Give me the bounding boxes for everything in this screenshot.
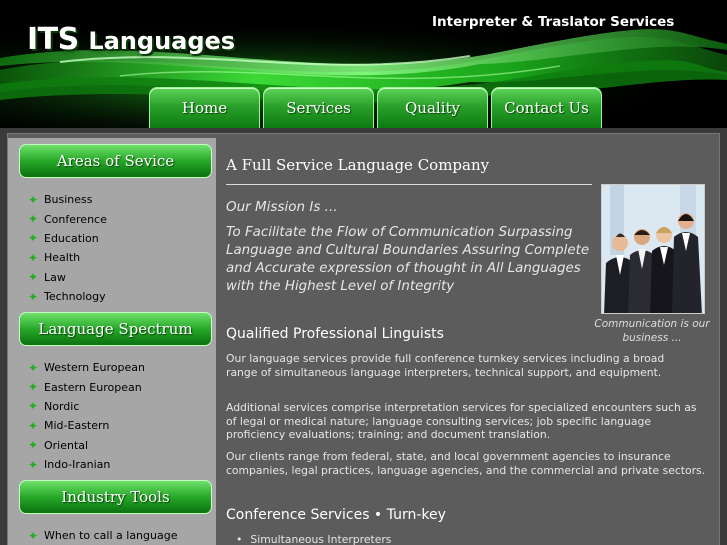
sidebar-item-label: Technology xyxy=(44,290,106,304)
site-header: ITS Languages Interpreter & Traslator Se… xyxy=(0,0,727,128)
mission-statement: To Facilitate the Flow of Communication … xyxy=(226,225,590,294)
sidebar-item-label: Indo-Iranian xyxy=(44,458,111,472)
green-star-icon: ✦ xyxy=(28,360,39,375)
sidebar-item-label: Conference xyxy=(44,212,107,226)
sidebar-item-label: Oriental xyxy=(44,438,89,452)
green-star-icon: ✦ xyxy=(28,192,39,207)
sidebar-item-western-european[interactable]: ✦ Western European xyxy=(28,358,145,377)
sidebar-item-label: Business xyxy=(44,193,93,207)
sidebar-item-nordic[interactable]: ✦ Nordic xyxy=(28,397,145,416)
site-tagline: Interpreter & Traslator Services xyxy=(432,14,675,30)
sidebar-item-label: Western European xyxy=(44,361,146,375)
green-star-icon: ✦ xyxy=(28,270,39,285)
sidebar-item-indo-iranian[interactable]: ✦ Indo-Iranian xyxy=(28,455,145,474)
green-star-icon: ✦ xyxy=(28,457,39,472)
sidebar-item-label: Health xyxy=(44,251,81,265)
nav-tab-services[interactable]: Services xyxy=(263,87,374,128)
sidebar-item-health[interactable]: ✦ Health xyxy=(28,248,107,267)
language-spectrum-list: ✦ Western European ✦ Eastern European ✦ Nor… xyxy=(28,358,145,474)
business-team-photo xyxy=(601,184,705,314)
sidebar-item-label: Education xyxy=(44,231,99,245)
areas-of-service-list: ✦ Business ✦ Conference ✦ Education ✦ Health… xyxy=(28,190,107,306)
areas-of-service-heading: Areas of Sevice xyxy=(19,144,212,178)
industry-tools-list: ✦ When to call a language xyxy=(28,526,177,545)
photo-caption: Communication is our business ... xyxy=(594,318,710,344)
list-item: Simultaneous Interpreters xyxy=(236,533,391,545)
title-divider xyxy=(226,184,592,185)
page-title: A Full Service Language Company xyxy=(226,156,490,174)
conference-services-list: Simultaneous Interpreters xyxy=(236,533,391,545)
sidebar-item-label: When to call a language xyxy=(44,529,178,543)
sidebar-item-law[interactable]: ✦ Law xyxy=(28,268,107,287)
logo-languages: Languages xyxy=(88,27,236,55)
sidebar-item-conference[interactable]: ✦ Conference xyxy=(28,209,107,228)
sidebar-item-oriental[interactable]: ✦ Oriental xyxy=(28,436,145,455)
services-paragraph-1: Our language services provide full confe… xyxy=(226,352,665,379)
business-people-illustration xyxy=(602,185,704,313)
nav-tab-home[interactable]: Home xyxy=(149,87,260,128)
nav-tab-contact-us[interactable]: Contact Us xyxy=(491,87,602,128)
sidebar-item-business[interactable]: ✦ Business xyxy=(28,190,107,209)
sidebar-item-label: Eastern European xyxy=(44,380,142,394)
nav-tab-quality[interactable]: Quality xyxy=(377,87,488,128)
green-star-icon: ✦ xyxy=(28,528,39,543)
green-star-icon: ✦ xyxy=(28,399,39,414)
green-star-icon: ✦ xyxy=(28,380,39,395)
language-spectrum-heading: Language Spectrum xyxy=(19,312,212,346)
services-paragraph-3: Our clients range from federal, state, a… xyxy=(226,450,706,477)
services-paragraph-2: Additional services comprise interpretat… xyxy=(226,401,697,441)
sidebar-item-education[interactable]: ✦ Education xyxy=(28,229,107,248)
green-star-icon: ✦ xyxy=(28,289,39,304)
site-logo[interactable]: ITS Languages xyxy=(27,22,235,57)
mission-heading: Our Mission Is ... xyxy=(226,199,338,215)
sidebar-item-eastern-european[interactable]: ✦ Eastern European xyxy=(28,377,145,396)
green-star-icon: ✦ xyxy=(28,438,39,453)
industry-tools-heading: Industry Tools xyxy=(19,480,212,514)
main-nav: Home Services Quality Contact Us xyxy=(149,87,602,128)
green-star-icon: ✦ xyxy=(28,418,39,433)
qualified-linguists-heading: Qualified Professional Linguists xyxy=(226,326,444,342)
sidebar-item-technology[interactable]: ✦ Technology xyxy=(28,287,107,306)
green-star-icon: ✦ xyxy=(28,231,39,246)
green-star-icon: ✦ xyxy=(28,212,39,227)
logo-its: ITS xyxy=(27,22,79,57)
conference-services-heading: Conference Services • Turn-key xyxy=(226,507,446,523)
sidebar-item-label: Mid-Eastern xyxy=(44,419,110,433)
sidebar-item-mid-eastern[interactable]: ✦ Mid-Eastern xyxy=(28,416,145,435)
sidebar-item-when-to-call[interactable]: ✦ When to call a language xyxy=(28,526,177,545)
sidebar-item-label: Nordic xyxy=(44,399,80,413)
sidebar-item-label: Law xyxy=(44,270,66,284)
green-star-icon: ✦ xyxy=(28,250,39,265)
